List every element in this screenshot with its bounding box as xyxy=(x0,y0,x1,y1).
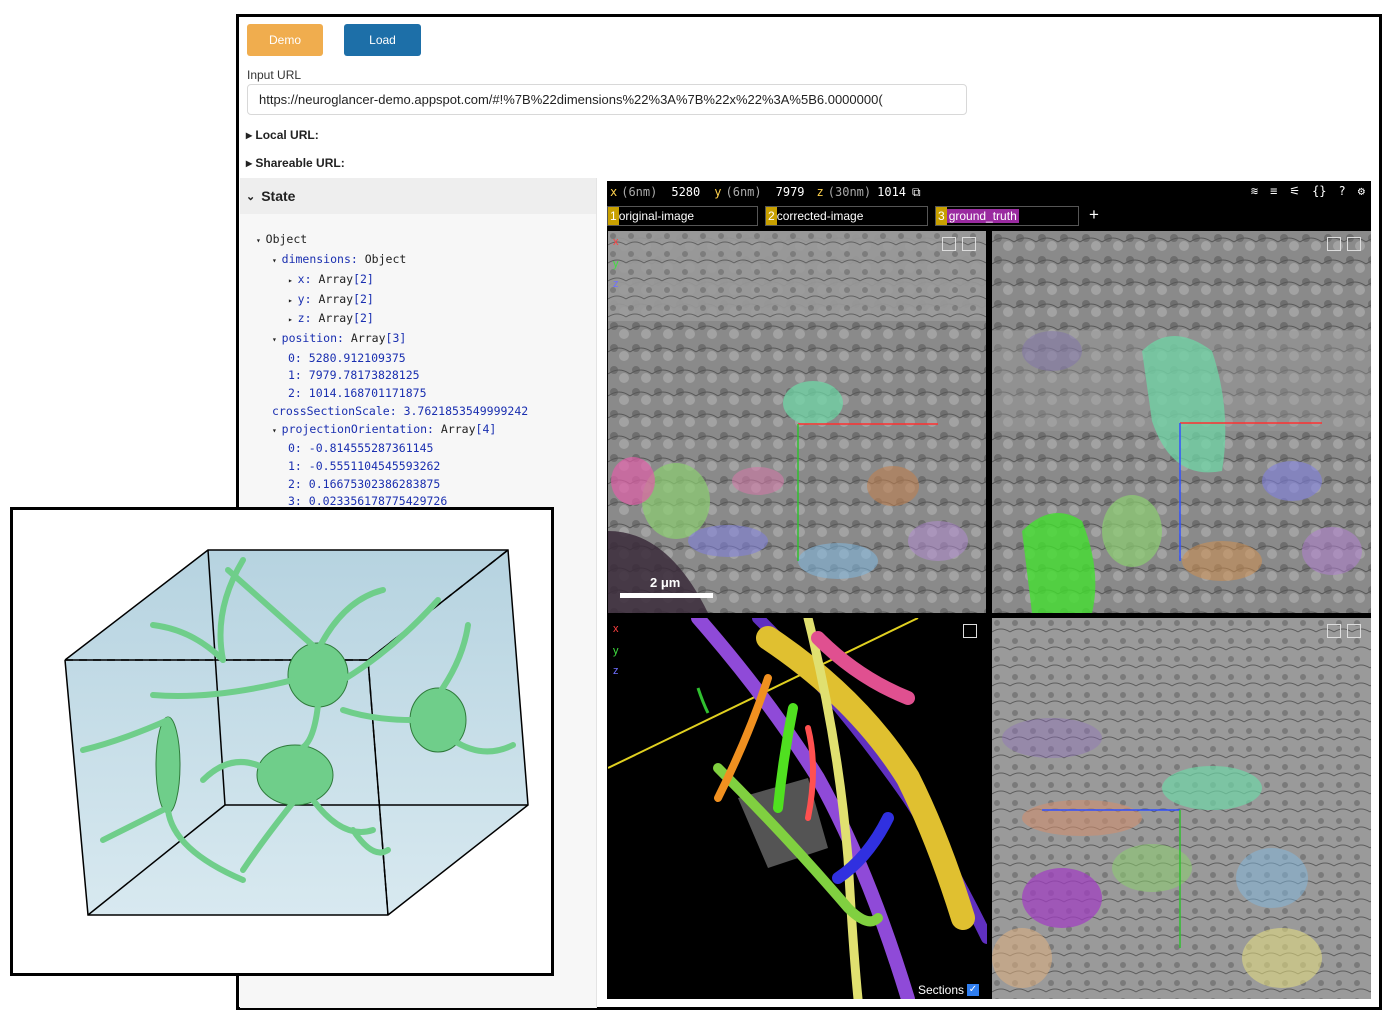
layout-panel-icon[interactable] xyxy=(1347,237,1361,251)
tree-row-orientation-3: 3: 0.023356178775429726 xyxy=(288,494,448,508)
braces-icon[interactable]: {} xyxy=(1312,184,1326,198)
sliders-icon[interactable]: ⚟ xyxy=(1289,184,1300,198)
cube-neuron-illustration xyxy=(64,549,529,916)
layer-tabs: 1 original-image 2 corrected-image 3 gro… xyxy=(607,205,1371,227)
tree-row-root[interactable]: ▾ Object xyxy=(256,232,307,246)
layer-tab-original-image[interactable]: 1 original-image xyxy=(607,206,758,226)
tree-row-orientation-0: 0: -0.814555287361145 xyxy=(288,441,434,455)
tree-row-x[interactable]: ▸ x: Array[2] xyxy=(288,272,374,286)
z-coord-value[interactable]: 1014 xyxy=(877,185,906,199)
axis-y-label: y xyxy=(613,258,619,270)
local-url-label: Local URL: xyxy=(255,128,319,142)
panel-xz[interactable] xyxy=(992,231,1371,613)
layer-name: original-image xyxy=(618,209,695,223)
axis-x-label: x xyxy=(613,623,619,635)
sections-checkbox[interactable]: ✓ xyxy=(967,984,979,996)
load-button[interactable]: Load xyxy=(344,24,421,56)
chevron-down-icon: ⌄ xyxy=(246,190,256,203)
z-coord-unit: (30nm) xyxy=(827,185,872,199)
tree-row-position-0: 0: 5280.912109375 xyxy=(288,351,406,365)
tree-row-y[interactable]: ▸ y: Array[2] xyxy=(288,292,374,306)
local-url-toggle[interactable]: ▸ Local URL: xyxy=(246,128,319,142)
tree-row-z[interactable]: ▸ z: Array[2] xyxy=(288,311,374,325)
copy-icon[interactable]: ⧉ xyxy=(912,185,921,200)
layer-number: 1 xyxy=(608,207,619,225)
tree-row-position-2: 2: 1014.168701171875 xyxy=(288,386,427,400)
y-coord-label: y xyxy=(714,185,722,199)
illustration-inset xyxy=(10,507,554,976)
tree-row-position[interactable]: ▾ position: Array[3] xyxy=(272,331,406,345)
neuroglancer-viewer: x (6nm) 5280 y (6nm) 7979 z (30nm) 1014 … xyxy=(607,181,1371,999)
y-coord-value[interactable]: 7979 xyxy=(776,185,805,199)
x-coord-value[interactable]: 5280 xyxy=(671,185,700,199)
sections-toggle[interactable]: Sections ✓ xyxy=(918,983,979,997)
em-image-yz xyxy=(992,618,1371,999)
panel-xy[interactable]: x y z 2 μm xyxy=(608,231,986,613)
scale-bar-label: 2 μm xyxy=(650,575,680,590)
maximize-panel-icon[interactable] xyxy=(1327,237,1341,251)
layout-panel-icon[interactable] xyxy=(962,237,976,251)
axis-z-label: z xyxy=(613,665,619,677)
layer-name: ground_truth xyxy=(946,209,1019,223)
axis-x-label: x xyxy=(613,236,619,248)
state-title: State xyxy=(261,188,296,204)
em-image-xy: x y z 2 μm xyxy=(608,231,986,613)
em-image-xz xyxy=(992,231,1371,613)
layer-name: corrected-image xyxy=(776,209,864,223)
layers-icon[interactable]: ≋ xyxy=(1251,184,1258,198)
3d-render: x y z xyxy=(608,618,987,999)
layer-number: 3 xyxy=(936,207,947,225)
axis-z-label: z xyxy=(613,278,619,290)
y-coord-unit: (6nm) xyxy=(725,185,762,199)
scale-bar xyxy=(620,593,713,598)
state-header[interactable]: ⌄ State xyxy=(240,178,596,214)
tree-row-orientation-2: 2: 0.16675302386283875 xyxy=(288,477,441,491)
shareable-url-toggle[interactable]: ▸ Shareable URL: xyxy=(246,156,345,170)
viewer-toolbar: ≋ ≡ ⚟ {} ? ⚙ xyxy=(1251,184,1365,198)
settings-icon[interactable]: ⚙ xyxy=(1358,184,1365,198)
layer-tab-corrected-image[interactable]: 2 corrected-image xyxy=(765,206,928,226)
input-url-label: Input URL xyxy=(247,68,302,82)
maximize-panel-icon[interactable] xyxy=(963,624,977,638)
panel-yz[interactable] xyxy=(992,618,1371,999)
panel-3d[interactable]: x y z Sections ✓ xyxy=(608,618,987,999)
z-coord-label: z xyxy=(816,185,824,199)
list-icon[interactable]: ≡ xyxy=(1270,184,1277,198)
tree-row-projection-orientation[interactable]: ▾ projectionOrientation: Array[4] xyxy=(272,422,496,436)
maximize-panel-icon[interactable] xyxy=(1327,624,1341,638)
x-coord-unit: (6nm) xyxy=(621,185,658,199)
layer-tab-ground-truth[interactable]: 3 ground_truth xyxy=(935,206,1079,226)
add-layer-button[interactable]: + xyxy=(1089,205,1099,225)
input-url-field[interactable]: https://neuroglancer-demo.appspot.com/#!… xyxy=(247,84,967,115)
x-coord-label: x xyxy=(610,185,618,199)
axis-y-label: y xyxy=(613,645,619,657)
shareable-url-label: Shareable URL: xyxy=(255,156,345,170)
help-icon[interactable]: ? xyxy=(1339,184,1346,198)
demo-button[interactable]: Demo xyxy=(247,24,323,56)
maximize-panel-icon[interactable] xyxy=(942,237,956,251)
tree-row-cross-section-scale: crossSectionScale: 3.7621853549999242 xyxy=(272,404,529,418)
tree-row-position-1: 1: 7979.78173828125 xyxy=(288,368,420,382)
coordinate-bar: x (6nm) 5280 y (6nm) 7979 z (30nm) 1014 … xyxy=(607,181,1371,203)
tree-row-dimensions[interactable]: ▾ dimensions: Object xyxy=(272,252,406,266)
tree-row-orientation-1: 1: -0.5551104545593262 xyxy=(288,459,441,473)
layer-number: 2 xyxy=(766,207,777,225)
sections-label: Sections xyxy=(917,983,964,997)
layout-panel-icon[interactable] xyxy=(1347,624,1361,638)
